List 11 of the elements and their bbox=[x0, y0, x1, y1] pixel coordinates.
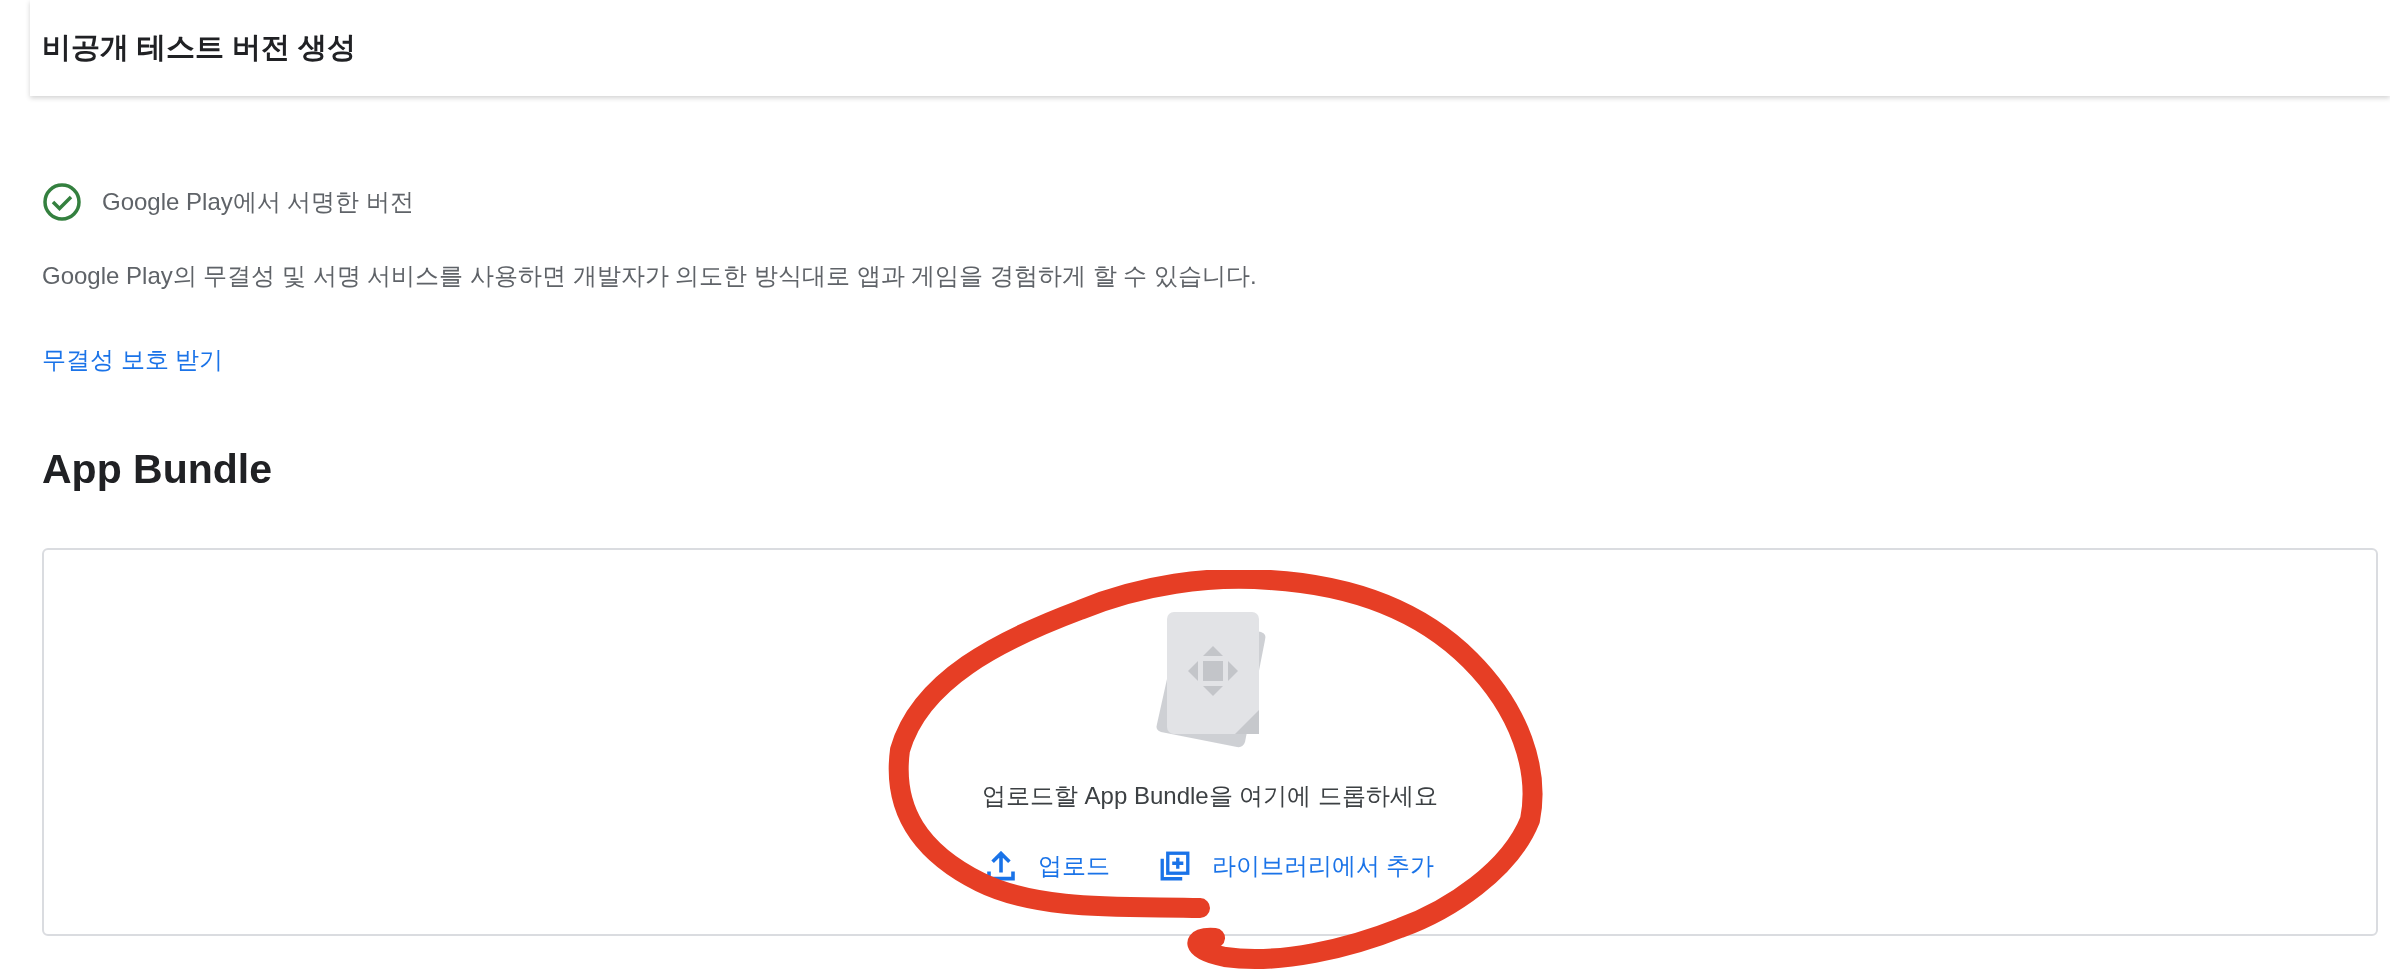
drop-zone[interactable]: 업로드할 App Bundle을 여기에 드롭하세요 업로드 라이브러리에서 추가 bbox=[42, 548, 2378, 936]
drop-instruction: 업로드할 App Bundle을 여기에 드롭하세요 bbox=[981, 781, 1439, 811]
section-heading: App Bundle bbox=[42, 446, 274, 493]
add-to-library-icon bbox=[1159, 851, 1190, 881]
add-from-library-button[interactable]: 라이브러리에서 추가 bbox=[1159, 850, 1435, 882]
description-text: Google Play의 무결성 및 서명 서비스를 사용하면 개발자가 의도한 방식대로 앱과 게임을 경험하게 할 수 있습니다. bbox=[42, 261, 1258, 291]
upload-icon bbox=[985, 851, 1016, 881]
upload-button[interactable]: 업로드 bbox=[985, 850, 1110, 882]
signing-status: Google Play에서 서명한 버전 bbox=[102, 187, 415, 217]
page-title: 비공개 테스트 버전 생성 bbox=[42, 30, 357, 65]
integrity-link[interactable]: 무결성 보호 받기 bbox=[42, 344, 224, 376]
